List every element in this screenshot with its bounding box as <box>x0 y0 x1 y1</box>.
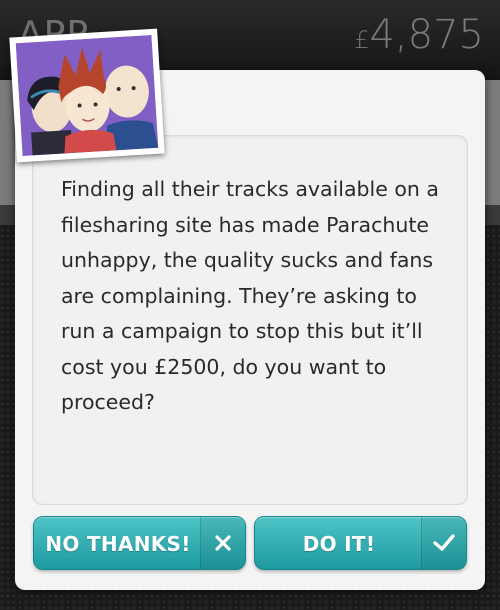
do-it-button[interactable]: DO IT! <box>254 516 467 570</box>
no-thanks-label: NO THANKS! <box>45 532 191 556</box>
balance-amount: 4,875 <box>369 12 484 58</box>
message-box: Finding all their tracks available on a … <box>32 135 468 505</box>
check-icon <box>421 517 466 569</box>
event-message: Finding all their tracks available on a … <box>61 177 439 414</box>
no-thanks-button[interactable]: NO THANKS! <box>33 516 246 570</box>
balance-currency: £ <box>354 26 370 54</box>
do-it-label: DO IT! <box>302 532 376 556</box>
band-avatar <box>9 28 165 163</box>
band-portrait-image <box>15 34 159 157</box>
balance-display: £4,875 <box>354 12 484 58</box>
close-icon <box>200 517 245 569</box>
